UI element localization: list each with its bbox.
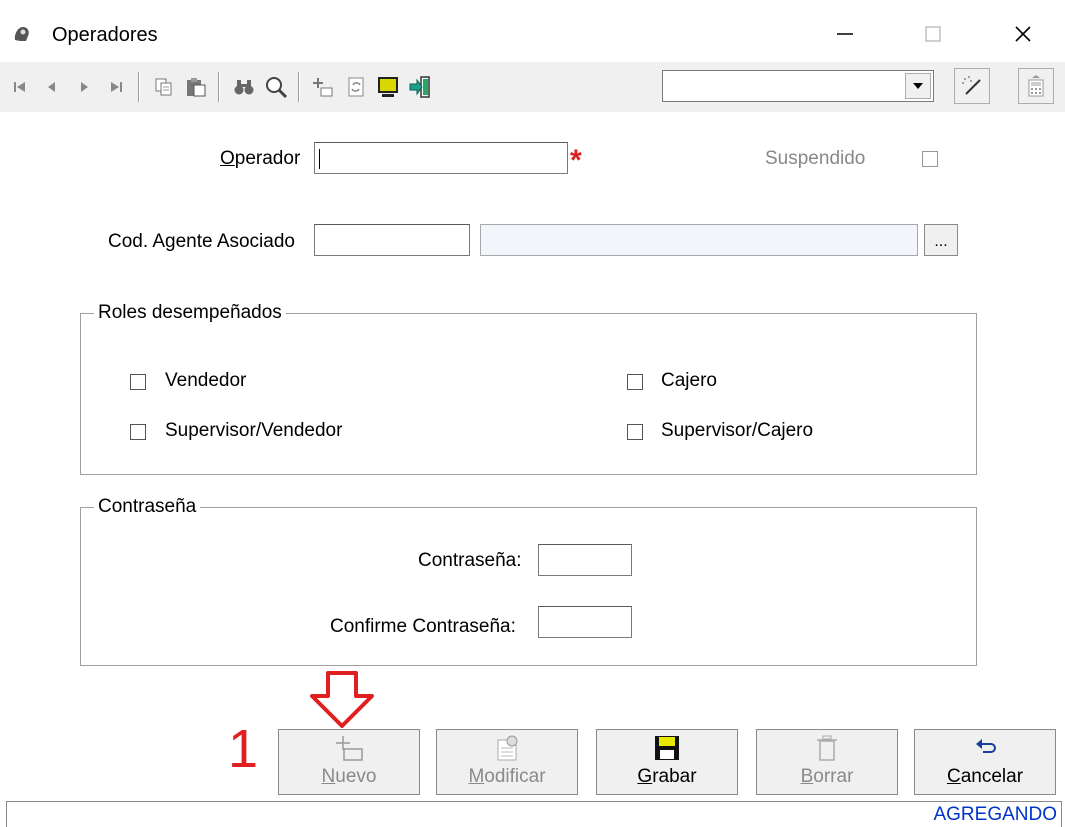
roles-group-title: Roles desempeñados	[94, 302, 286, 324]
borrar-button[interactable]: Borrar	[756, 729, 898, 795]
last-record-icon[interactable]	[102, 70, 130, 104]
add-record-icon	[334, 734, 364, 762]
supervisor-cajero-checkbox[interactable]	[627, 424, 643, 440]
operador-input[interactable]	[314, 142, 568, 174]
calculator-button[interactable]	[1018, 68, 1054, 104]
vendedor-checkbox[interactable]	[130, 374, 146, 390]
browse-agente-button[interactable]: ...	[924, 224, 958, 256]
close-button[interactable]	[1000, 14, 1046, 54]
next-record-icon[interactable]	[70, 70, 98, 104]
copy-icon[interactable]	[150, 70, 178, 104]
toolbar-separator	[138, 72, 140, 102]
status-bar: AGREGANDO	[6, 801, 1062, 827]
agente-label: Cod. Agente Asociado	[108, 231, 295, 252]
password-group	[80, 507, 977, 666]
password-group-title: Contraseña	[94, 496, 201, 518]
nuevo-button[interactable]: Nuevo	[278, 729, 420, 795]
suspendido-label: Suspendido	[765, 148, 866, 169]
annotation-step-number: 1	[228, 719, 259, 779]
undo-icon	[973, 734, 997, 762]
required-mark: *	[570, 144, 582, 177]
agente-name-field	[480, 224, 918, 256]
trash-icon	[813, 734, 841, 762]
search-icon[interactable]	[262, 70, 290, 104]
monitor-icon[interactable]	[374, 70, 402, 104]
confirm-password-input[interactable]	[538, 606, 632, 638]
operador-label: Operador	[220, 148, 301, 169]
suspendido-checkbox[interactable]	[922, 151, 938, 167]
refresh-icon[interactable]	[342, 70, 370, 104]
password-label: Contraseña:	[418, 550, 522, 571]
modificar-button[interactable]: Modificar	[436, 729, 578, 795]
maximize-button[interactable]	[910, 14, 956, 54]
save-disk-icon	[653, 734, 681, 762]
cajero-checkbox[interactable]	[627, 374, 643, 390]
password-input[interactable]	[538, 544, 632, 576]
grabar-button[interactable]: Grabar	[596, 729, 738, 795]
toolbar	[0, 62, 1065, 112]
status-mode-text: AGREGANDO	[933, 804, 1057, 825]
agente-code-input[interactable]	[314, 224, 470, 256]
edit-document-icon	[492, 734, 522, 762]
app-icon	[12, 24, 32, 44]
first-record-icon[interactable]	[6, 70, 34, 104]
record-selector-combobox[interactable]	[662, 70, 934, 102]
window-title: Operadores	[52, 24, 158, 46]
supervisor-vendedor-label: Supervisor/Vendedor	[165, 420, 343, 441]
title-bar: Operadores	[0, 0, 1065, 62]
paste-icon[interactable]	[182, 70, 210, 104]
vendedor-label: Vendedor	[165, 370, 247, 391]
annotation-arrow-down-icon	[308, 670, 376, 736]
exit-door-icon[interactable]	[406, 70, 434, 104]
prev-record-icon[interactable]	[38, 70, 66, 104]
confirm-password-label: Confirme Contraseña:	[330, 616, 516, 637]
minimize-button[interactable]	[822, 14, 868, 54]
toolbar-separator	[298, 72, 300, 102]
supervisor-vendedor-checkbox[interactable]	[130, 424, 146, 440]
roles-group	[80, 313, 977, 475]
binoculars-icon[interactable]	[230, 70, 258, 104]
chevron-down-icon[interactable]	[905, 73, 931, 99]
cajero-label: Cajero	[661, 370, 717, 391]
text-cursor	[319, 149, 320, 169]
magic-wand-button[interactable]	[954, 68, 990, 104]
cancelar-button[interactable]: Cancelar	[914, 729, 1056, 795]
supervisor-cajero-label: Supervisor/Cajero	[661, 420, 814, 441]
toolbar-separator	[218, 72, 220, 102]
add-record-icon[interactable]	[310, 70, 338, 104]
